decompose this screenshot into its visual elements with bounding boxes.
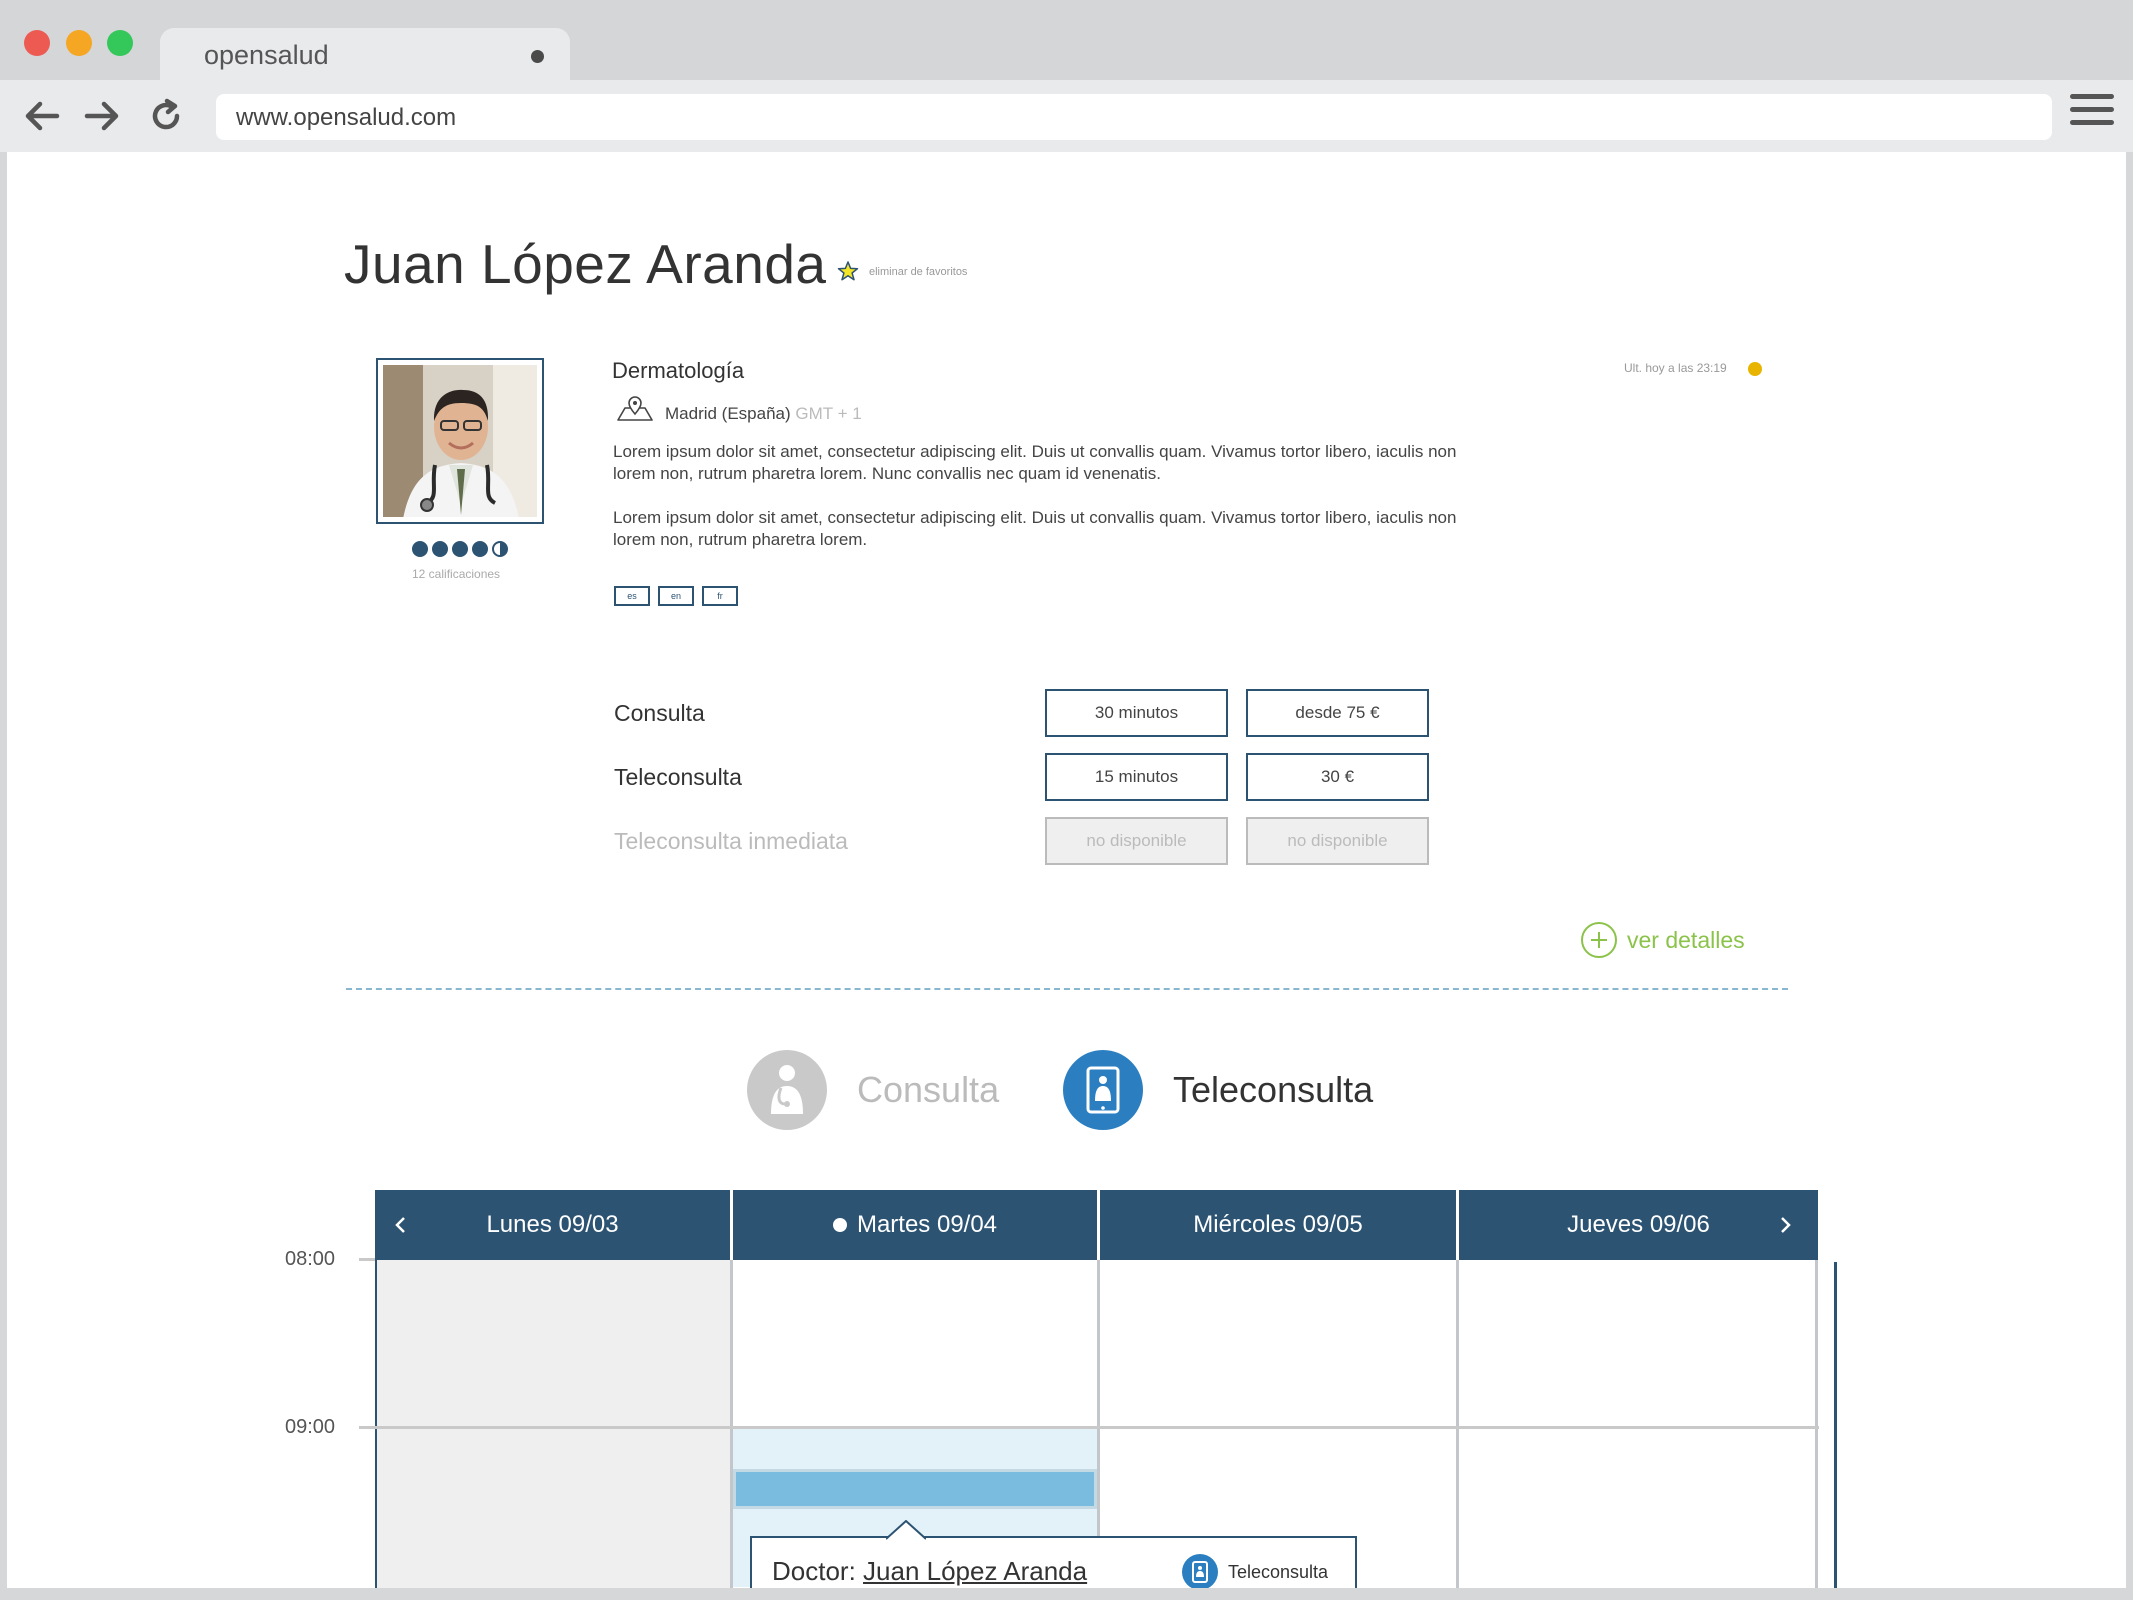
rating-stars [412,541,508,557]
bio-paragraph-2: Lorem ipsum dolor sit amet, consectetur … [613,508,1457,549]
tablet-doctor-icon [1063,1050,1143,1130]
tablet-doctor-icon [1182,1554,1218,1588]
service-price-teleconsulta[interactable]: 30 € [1246,753,1429,801]
maximize-window-button[interactable] [107,30,133,56]
today-dot-icon [832,1218,847,1232]
chevron-right-icon[interactable] [1772,1210,1798,1240]
browser-tab[interactable]: opensalud [160,28,570,80]
day-column-jueves [1456,1260,1818,1588]
rating-dot-full [412,541,428,557]
rating-dot-full [452,541,468,557]
details-link-label: ver detalles [1627,926,1745,953]
browser-toolbar: www.opensalud.com [0,80,2133,152]
time-label: 09:00 [285,1416,336,1438]
service-price-consulta[interactable]: desde 75 € [1246,689,1429,737]
language-badge: es [614,586,650,606]
mode-consulta-label: Consulta [857,1069,1000,1110]
map-pin-icon [615,396,655,422]
url-text: www.opensalud.com [236,104,457,131]
day-header-jueves[interactable]: Jueves 09/06 [1459,1190,1818,1260]
day-header-lunes[interactable]: Lunes 09/03 [375,1190,730,1260]
rating-dot-half [492,541,508,557]
section-divider [346,988,1788,990]
time-tick [359,1258,375,1261]
details-link[interactable]: ver detalles [1581,922,1745,958]
specialty: Dermatología [612,358,745,383]
rating-dot-full [432,541,448,557]
language-badge: fr [702,586,738,606]
day-header-label: Martes 09/04 [856,1211,998,1238]
service-label-teleconsulta-inmediata: Teleconsulta inmediata [614,828,848,854]
browser-chrome: opensalud www.opensalud.com [0,0,2133,152]
tab-title: opensalud [204,40,329,70]
rating-dot-full [472,541,488,557]
popup-doctor: Doctor: Juan López Aranda [772,1556,1087,1587]
appointment-popup: Doctor: Juan López Aranda Teleconsulta [750,1520,1357,1588]
last-seen: Ult. hoy a las 23:19 [1624,361,1727,375]
day-header-label: Lunes 09/03 [486,1211,619,1238]
service-duration-teleconsulta-inmediata: no disponible [1045,817,1228,865]
language-badges: es en fr [614,586,738,606]
mode-consulta[interactable]: Consulta [747,1050,999,1130]
popup-mode-label: Teleconsulta [1228,1561,1329,1582]
service-duration-teleconsulta[interactable]: 15 minutos [1045,753,1228,801]
mode-teleconsulta-label: Teleconsulta [1173,1069,1374,1110]
calendar-scrollbar[interactable] [1834,1262,1837,1588]
page-content: Juan López Aranda eliminar de favoritos [7,152,2126,1588]
day-header-miercoles[interactable]: Miércoles 09/05 [1100,1190,1456,1260]
forward-icon[interactable] [78,92,126,140]
service-label-consulta: Consulta [614,700,705,726]
popup-doctor-prefix: Doctor: [772,1556,864,1586]
service-price-teleconsulta-inmediata: no disponible [1246,817,1429,865]
location-city: Madrid (España) [665,404,791,423]
service-label-teleconsulta: Teleconsulta [614,764,742,790]
hour-line [359,1426,1819,1429]
star-icon[interactable] [837,260,859,282]
service-duration-consulta[interactable]: 30 minutos [1045,689,1228,737]
tab-close-icon[interactable] [531,50,544,63]
rating-count[interactable]: 12 calificaciones [412,567,500,581]
day-column-lunes [375,1260,733,1588]
doctor-name: Juan López Aranda [344,233,827,295]
mode-teleconsulta[interactable]: Teleconsulta [1063,1050,1373,1130]
bio-paragraph-1: Lorem ipsum dolor sit amet, consectetur … [613,442,1457,483]
language-badge: en [658,586,694,606]
close-window-button[interactable] [24,30,50,56]
url-bar[interactable]: www.opensalud.com [216,94,2052,140]
day-header-label: Miércoles 09/05 [1193,1211,1363,1238]
plus-circle-icon [1581,922,1617,958]
status-indicator [1748,362,1762,376]
day-header-label: Jueves 09/06 [1567,1211,1710,1238]
menu-icon[interactable] [2070,94,2114,136]
popup-doctor-link[interactable]: Juan López Aranda [863,1556,1087,1586]
back-icon[interactable] [18,92,66,140]
selected-slot[interactable] [733,1469,1097,1509]
day-header-martes[interactable]: Martes 09/04 [733,1190,1097,1260]
location-timezone: GMT + 1 [795,404,862,423]
reload-icon[interactable] [142,92,190,140]
minimize-window-button[interactable] [66,30,92,56]
location: Madrid (España) GMT + 1 [665,404,862,424]
remove-favorite-link[interactable]: eliminar de favoritos [869,266,967,278]
doctor-photo [376,358,544,524]
chevron-left-icon[interactable] [388,1210,414,1240]
popup-mode: Teleconsulta [1182,1554,1328,1588]
time-label: 08:00 [285,1248,336,1270]
doctor-icon [747,1050,827,1130]
